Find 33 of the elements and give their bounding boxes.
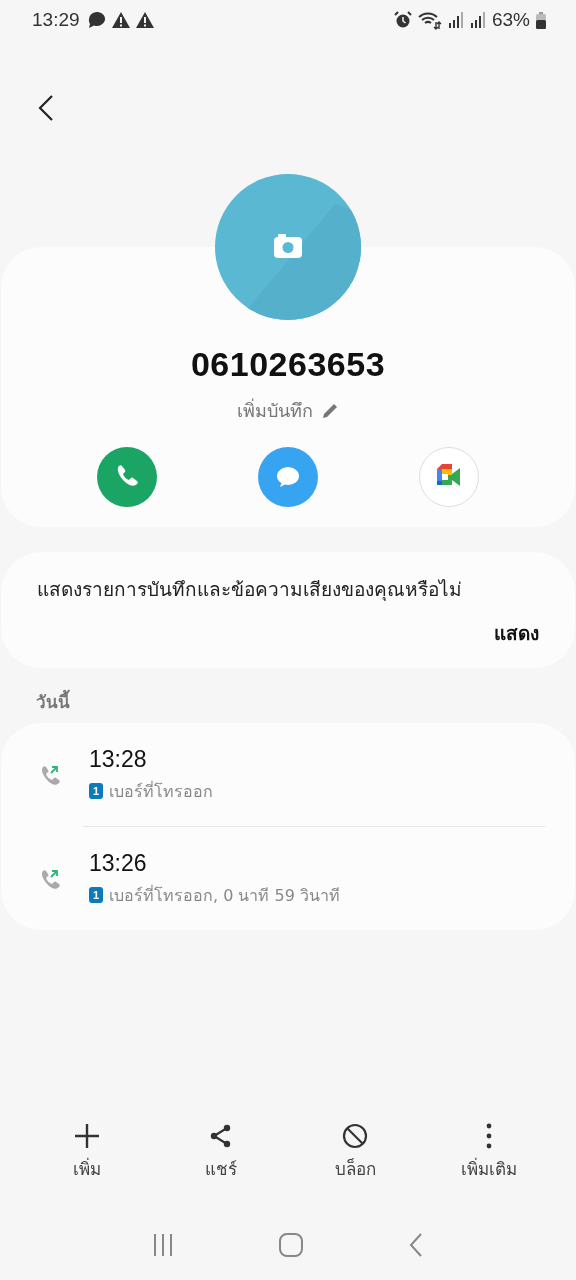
more-icon: [486, 1123, 492, 1149]
plus-button[interactable]: เพิ่ม: [32, 1123, 142, 1182]
more-button[interactable]: เพิ่มเติม: [434, 1123, 544, 1182]
home-icon[interactable]: [279, 1233, 303, 1257]
clock-time: 13:29: [32, 9, 80, 31]
back-icon[interactable]: [38, 95, 54, 121]
sim-badge: 1: [89, 887, 103, 903]
call-detail: เบอร์ที่โทรออก: [109, 780, 213, 803]
video-call-icon: [418, 447, 479, 507]
show-button[interactable]: แสดง: [494, 618, 539, 648]
block-icon: [342, 1123, 368, 1149]
phone-number: 0610263653: [190, 345, 386, 384]
wifi-icon: [417, 10, 442, 30]
signal-icon: [447, 11, 464, 29]
message-button[interactable]: [258, 447, 318, 507]
recent-apps-icon[interactable]: [153, 1233, 173, 1257]
call-time: 13:28: [89, 745, 148, 773]
prompt-text: แสดงรายการบันทึกและข้อความเสียงของคุณหรือไม่: [37, 577, 463, 603]
add-note-link[interactable]: เพิ่มบันทึก: [237, 396, 313, 425]
plus-icon: [74, 1123, 100, 1149]
block-button[interactable]: บล็อก: [300, 1123, 410, 1182]
video-call-button[interactable]: [418, 447, 479, 507]
battery-percent: 63%: [491, 9, 530, 31]
signal-icon: [469, 11, 486, 29]
call-time: 13:26: [89, 849, 148, 877]
call-detail: เบอร์ที่โทรออก, 0 นาที 59 วินาที: [109, 884, 340, 907]
warning-icon: [135, 11, 154, 29]
share-button[interactable]: แชร์: [166, 1123, 276, 1182]
sim-badge: 1: [89, 783, 103, 799]
warning-icon: [111, 11, 130, 29]
pencil-icon[interactable]: [321, 401, 339, 420]
alarm-icon: [393, 11, 412, 29]
battery-icon: [536, 11, 546, 29]
